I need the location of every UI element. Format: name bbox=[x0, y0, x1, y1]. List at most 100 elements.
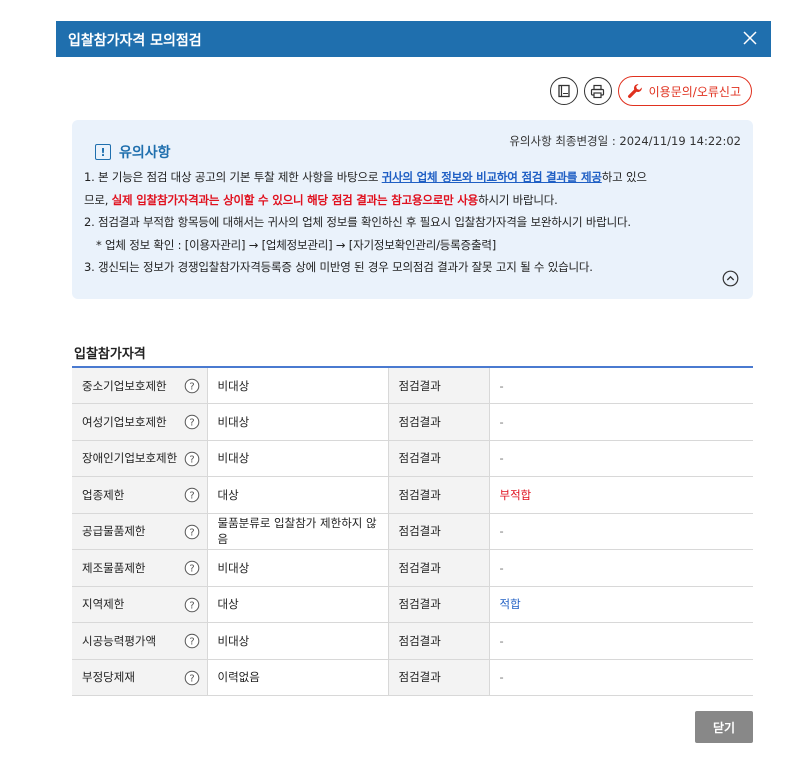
row-result-label: 점검결과 bbox=[387, 622, 489, 660]
row-label-cell: 시공능력평가액? bbox=[72, 622, 207, 660]
svg-text:?: ? bbox=[189, 673, 194, 684]
row-value: 비대상 bbox=[206, 622, 388, 660]
notice-line-2-pre: 므로, bbox=[84, 192, 112, 207]
notice-line-1-pre: 1. 본 기능은 점검 대상 공고의 기본 투찰 제한 사항을 바탕으로 bbox=[84, 170, 382, 184]
table-row: 지역제한? 대상 점검결과 적합 bbox=[72, 586, 753, 623]
row-result-label: 점검결과 bbox=[387, 367, 489, 404]
qualification-section-title: 입찰참가자격 bbox=[74, 347, 146, 362]
svg-text:?: ? bbox=[189, 418, 194, 429]
notice-updated-date: 유의사항 최종변경일 : 2024/11/19 14:22:02 bbox=[509, 134, 741, 148]
svg-text:?: ? bbox=[189, 454, 194, 465]
manual-button[interactable] bbox=[549, 77, 578, 105]
row-result-label: 점검결과 bbox=[387, 476, 489, 514]
svg-text:?: ? bbox=[189, 564, 194, 575]
help-question-icon[interactable]: ? bbox=[184, 597, 200, 613]
row-value: 이력없음 bbox=[206, 659, 388, 696]
row-value: 비대상 bbox=[206, 549, 388, 587]
help-question-icon[interactable]: ? bbox=[184, 414, 200, 430]
book-icon bbox=[557, 84, 570, 98]
notice-line-1-post: 하고 있으 bbox=[601, 170, 647, 184]
row-result-label: 점검결과 bbox=[387, 513, 489, 550]
mock-check-dialog: 입찰참가자격 모의점검 이용문의/오류신고 유의사항 최종변경일: 2024/… bbox=[56, 21, 771, 758]
row-value: 물품분류로 입찰참가 제한하지 않음 bbox=[206, 513, 388, 550]
printer-icon bbox=[591, 84, 605, 98]
help-question-icon[interactable]: ? bbox=[184, 524, 200, 540]
row-value: 비대상 bbox=[206, 367, 388, 404]
notice-line-2-highlight: 실제 입찰참가자격과는 상이할 수 있으니 해당 점검 결과는 참고용으로만 사… bbox=[111, 192, 479, 207]
row-result-label: 점검결과 bbox=[387, 549, 489, 587]
row-value: 비대상 bbox=[206, 403, 388, 441]
notice-line-1: 1. 본 기능은 점검 대상 공고의 기본 투찰 제한 사항을 바탕으로 귀사의… bbox=[84, 166, 647, 189]
svg-text:?: ? bbox=[189, 600, 194, 611]
row-label-cell: 여성기업보호제한? bbox=[72, 403, 207, 441]
help-question-icon[interactable]: ? bbox=[184, 378, 200, 394]
row-label: 공급물품제한 bbox=[82, 524, 146, 539]
table-row: 여성기업보호제한? 비대상 점검결과 - bbox=[72, 403, 753, 441]
row-result-label: 점검결과 bbox=[387, 659, 489, 696]
row-result: 적합 bbox=[488, 586, 753, 623]
dialog-titlebar: 입찰참가자격 모의점검 bbox=[56, 21, 771, 57]
row-result: - bbox=[488, 549, 753, 587]
row-result-label: 점검결과 bbox=[387, 586, 489, 623]
row-label-cell: 제조물품제한? bbox=[72, 549, 207, 587]
row-label-cell: 공급물품제한? bbox=[72, 513, 207, 550]
table-row: 시공능력평가액? 비대상 점검결과 - bbox=[72, 622, 753, 660]
row-label-cell: 지역제한? bbox=[72, 586, 207, 623]
row-label: 여성기업보호제한 bbox=[82, 414, 167, 429]
notice-line-2: 므로, 실제 입찰참가자격과는 상이할 수 있으니 해당 점검 결과는 참고용으… bbox=[84, 189, 647, 212]
svg-text:?: ? bbox=[189, 637, 194, 648]
exclamation-icon: ! bbox=[95, 144, 111, 160]
row-result: - bbox=[488, 403, 753, 441]
notice-line-1-highlight: 귀사의 업체 정보와 비교하여 점검 결과를 제공 bbox=[381, 170, 602, 184]
notice-line-2-post: 하시기 바랍니다. bbox=[478, 192, 558, 207]
row-label: 지역제한 bbox=[82, 597, 125, 612]
notice-line-4: * 업체 정보 확인 : [이용자관리] → [업체정보관리] → [자기정보확… bbox=[96, 237, 496, 252]
row-result: 부적합 bbox=[488, 476, 753, 514]
notice-lines: 1. 본 기능은 점검 대상 공고의 기본 투찰 제한 사항을 바탕으로 귀사의… bbox=[84, 166, 647, 279]
row-label: 제조물품제한 bbox=[82, 560, 146, 575]
row-label: 시공능력평가액 bbox=[82, 633, 157, 648]
print-button[interactable] bbox=[583, 77, 612, 105]
row-result: - bbox=[488, 440, 753, 477]
row-result: - bbox=[488, 367, 753, 404]
dialog-title: 입찰참가자격 모의점검 bbox=[68, 33, 202, 49]
notice-panel: 유의사항 최종변경일 : 2024/11/19 14:22:02 ! 유의사항 … bbox=[72, 120, 753, 299]
help-question-icon[interactable]: ? bbox=[184, 670, 200, 686]
row-label: 장애인기업보호제한 bbox=[82, 451, 178, 466]
close-icon[interactable] bbox=[739, 27, 761, 49]
qualification-table: 중소기업보호제한? 비대상 점검결과 - 여성기업보호제한? 비대상 점검결과 - 장애인기업보… bbox=[72, 366, 753, 696]
svg-text:?: ? bbox=[189, 527, 194, 538]
row-label-cell: 부정당제재? bbox=[72, 659, 207, 696]
dialog-toolbar: 이용문의/오류신고 bbox=[549, 76, 752, 106]
row-value: 비대상 bbox=[206, 440, 388, 477]
notice-line-3: 2. 점검결과 부적합 항목등에 대해서는 귀사의 업체 정보를 확인하신 후 … bbox=[84, 215, 631, 229]
row-label-cell: 업종제한? bbox=[72, 476, 207, 514]
notice-line-5: 3. 갱신되는 정보가 경쟁입찰참가자격등록증 상에 미반영 된 경우 모의점검… bbox=[84, 260, 593, 274]
row-value: 대상 bbox=[206, 586, 388, 623]
table-row: 부정당제재? 이력없음 점검결과 - bbox=[72, 659, 753, 696]
help-question-icon[interactable]: ? bbox=[184, 487, 200, 503]
table-row: 업종제한? 대상 점검결과 부적합 bbox=[72, 476, 753, 514]
row-label: 업종제한 bbox=[82, 487, 125, 502]
svg-text:?: ? bbox=[189, 382, 194, 393]
row-label: 중소기업보호제한 bbox=[82, 378, 167, 393]
collapse-chevron-up-icon[interactable] bbox=[722, 270, 739, 287]
notice-heading: ! 유의사항 bbox=[95, 142, 171, 162]
row-label-cell: 중소기업보호제한? bbox=[72, 367, 207, 404]
row-result: - bbox=[488, 622, 753, 660]
notice-heading-text: 유의사항 bbox=[119, 145, 171, 161]
row-label-cell: 장애인기업보호제한? bbox=[72, 440, 207, 477]
help-question-icon[interactable]: ? bbox=[184, 451, 200, 467]
table-row: 제조물품제한? 비대상 점검결과 - bbox=[72, 549, 753, 587]
row-result-label: 점검결과 bbox=[387, 403, 489, 441]
table-row: 장애인기업보호제한? 비대상 점검결과 - bbox=[72, 440, 753, 477]
table-row: 중소기업보호제한? 비대상 점검결과 - bbox=[72, 367, 753, 404]
help-question-icon[interactable]: ? bbox=[184, 560, 200, 576]
svg-text:?: ? bbox=[189, 491, 194, 502]
inquiry-report-label: 이용문의/오류신고 bbox=[648, 84, 741, 99]
row-result: - bbox=[488, 659, 753, 696]
inquiry-report-button[interactable]: 이용문의/오류신고 bbox=[617, 76, 752, 106]
close-button[interactable]: 닫기 bbox=[695, 711, 753, 743]
help-question-icon[interactable]: ? bbox=[184, 633, 200, 649]
row-label: 부정당제재 bbox=[82, 670, 135, 685]
